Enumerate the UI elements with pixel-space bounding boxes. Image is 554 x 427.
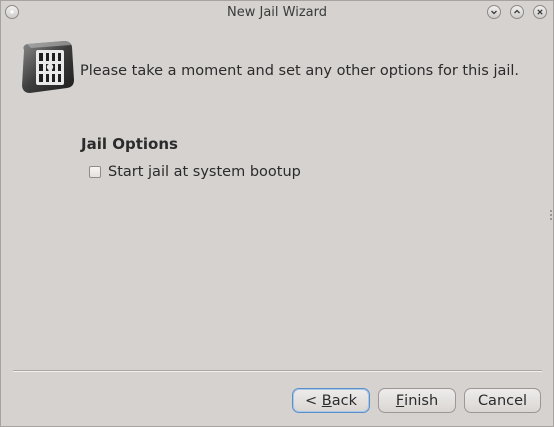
back-button-prefix: < [305, 392, 322, 409]
back-button[interactable]: < Back [292, 388, 370, 413]
start-at-boot-label[interactable]: Start jail at system bootup [108, 164, 301, 180]
close-icon[interactable] [533, 5, 547, 19]
back-button-mnemonic: B [321, 392, 332, 409]
finish-button-mnemonic: F [395, 392, 405, 409]
title-bar[interactable]: New Jail Wizard [1, 1, 553, 25]
intro-text: Please take a moment and set any other o… [80, 63, 520, 79]
minimize-icon[interactable] [487, 5, 501, 19]
button-separator [13, 370, 542, 372]
wizard-window: New Jail Wizard Please take a moment and… [0, 0, 554, 427]
maximize-icon[interactable] [510, 5, 524, 19]
start-at-boot-option[interactable]: Start jail at system bootup [89, 163, 301, 181]
cancel-button[interactable]: Cancel [464, 388, 541, 413]
start-at-boot-checkbox[interactable] [89, 166, 101, 178]
back-button-rest: ack [331, 392, 357, 409]
resize-grip[interactable] [550, 210, 552, 220]
jail-icon [18, 40, 76, 94]
section-title: Jail Options [81, 135, 178, 153]
finish-button[interactable]: Finish [378, 388, 456, 413]
finish-button-rest: inish [404, 392, 439, 409]
window-title: New Jail Wizard [227, 5, 327, 20]
